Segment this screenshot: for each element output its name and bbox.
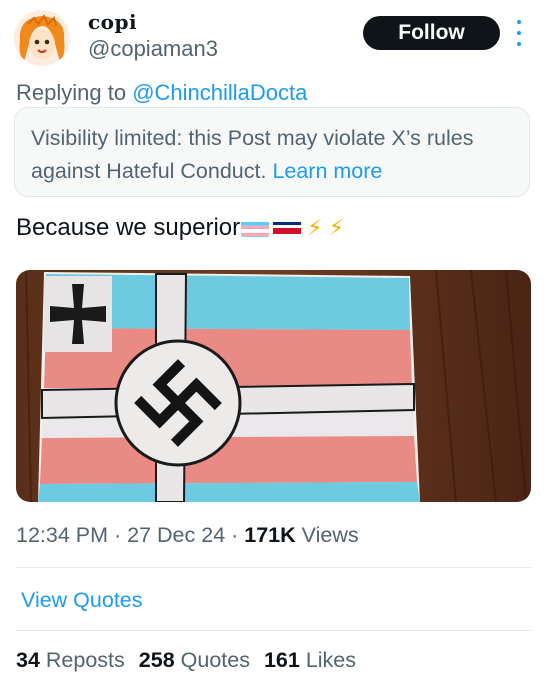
trans-flag-emoji <box>241 219 270 237</box>
replying-to-handle-link[interactable]: @ChinchillaDocta <box>132 80 307 105</box>
reposts-label: Reposts <box>45 648 125 672</box>
quotes-label: Quotes <box>180 648 250 672</box>
more-options-icon[interactable] <box>512 20 526 46</box>
replying-to: Replying to @ChinchillaDocta <box>16 80 307 106</box>
learn-more-link[interactable]: Learn more <box>272 159 382 183</box>
follow-button[interactable]: Follow <box>363 16 500 50</box>
post-text: Because we superior ⚡ ⚡ <box>16 214 344 242</box>
post-body: Because we superior <box>16 214 241 241</box>
divider <box>16 630 531 631</box>
views-label: Views <box>295 523 359 547</box>
meta-separator: · <box>108 523 128 547</box>
reposts-count: 34 <box>16 648 40 672</box>
meta-separator: · <box>225 523 245 547</box>
replying-to-prefix: Replying to <box>16 80 133 105</box>
post-photo <box>16 270 531 502</box>
post-time[interactable]: 12:34 PM <box>16 523 108 547</box>
likes-stat[interactable]: 161 Likes <box>264 648 356 673</box>
user-handle[interactable]: @copiaman3 <box>88 36 218 62</box>
visibility-notice: Visibility limited: this Post may violat… <box>14 107 530 197</box>
lightning-emoji: ⚡ <box>307 215 323 240</box>
likes-label: Likes <box>305 648 357 672</box>
post-image[interactable] <box>16 270 531 502</box>
reposts-stat[interactable]: 34 Reposts <box>16 648 125 673</box>
likes-count: 161 <box>263 648 300 672</box>
quotes-count: 258 <box>138 648 175 672</box>
visibility-notice-text: Visibility limited: this Post may violat… <box>31 126 474 183</box>
avatar-image <box>14 10 70 66</box>
costa-rica-flag-emoji <box>273 219 302 237</box>
display-name[interactable]: copi <box>88 10 137 34</box>
engagement-stats: 34 Reposts 258 Quotes 161 Likes <box>16 648 356 673</box>
avatar[interactable] <box>14 10 70 66</box>
views-count: 171K <box>244 523 296 547</box>
divider <box>16 567 531 568</box>
lightning-emoji: ⚡ <box>328 215 345 240</box>
post-metadata: 12:34 PM · 27 Dec 24 · 171K Views <box>16 523 359 548</box>
quotes-stat[interactable]: 258 Quotes <box>139 648 250 673</box>
post-date[interactable]: 27 Dec 24 <box>127 523 225 547</box>
view-quotes-link[interactable]: View Quotes <box>21 588 143 613</box>
